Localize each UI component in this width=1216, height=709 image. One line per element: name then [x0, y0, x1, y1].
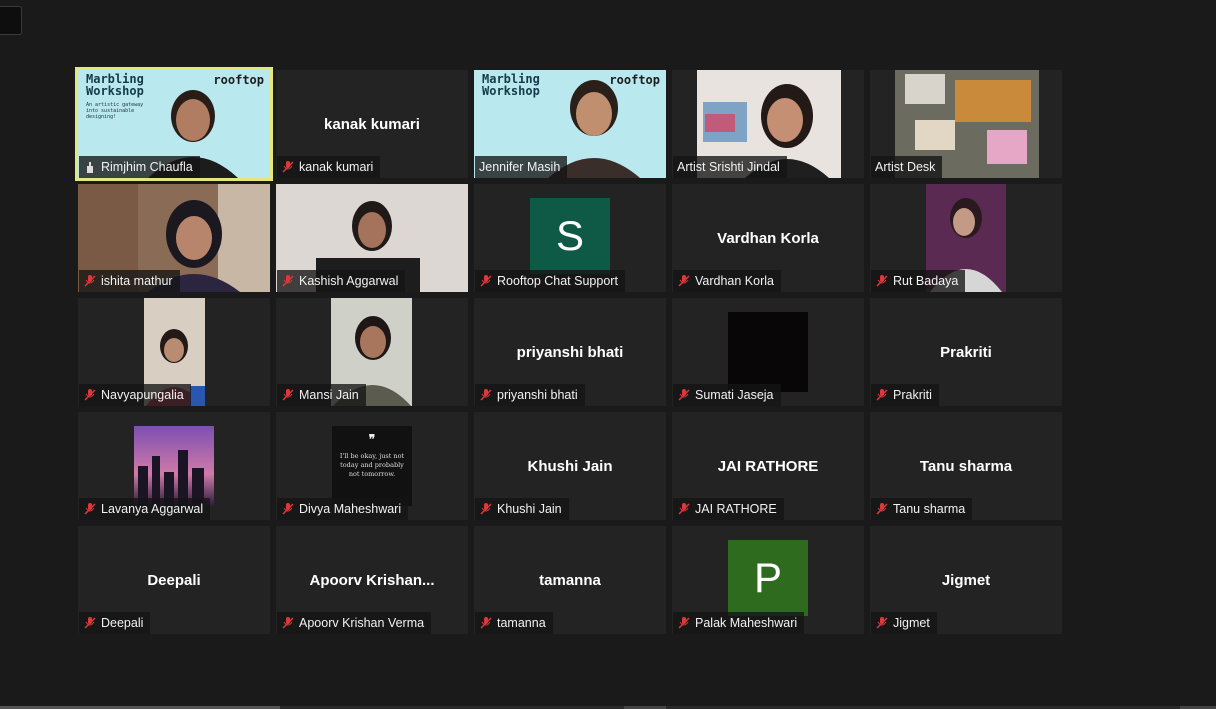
participant-name-chip: Rooftop Chat Support	[475, 270, 625, 292]
participant-name-chip: Navyapungalia	[79, 384, 191, 406]
mic-muted-icon	[479, 616, 493, 630]
participant-tile[interactable]: Deepali Deepali	[78, 526, 270, 634]
mic-muted-icon	[83, 274, 97, 288]
participant-tile[interactable]: Kashish Aggarwal	[276, 184, 468, 292]
quote-text: I'll be okay, just not today and probabl…	[339, 452, 405, 478]
participant-tile[interactable]: kanak kumari kanak kumari	[276, 70, 468, 178]
participant-tile[interactable]: JAI RATHORE JAI RATHORE	[672, 412, 864, 520]
participant-tile[interactable]: Jigmet Jigmet	[870, 526, 1062, 634]
mic-muted-icon	[875, 616, 889, 630]
participant-tile[interactable]: Prakriti Prakriti	[870, 298, 1062, 406]
participant-name-chip: kanak kumari	[277, 156, 381, 178]
mic-muted-icon	[281, 616, 295, 630]
mic-muted-icon	[677, 616, 691, 630]
participant-tile[interactable]: Marbling Workshop rooftop Jennifer Masih	[474, 70, 666, 178]
slide-title: Marbling Workshop	[482, 72, 540, 98]
mic-muted-icon	[479, 502, 493, 516]
participant-name-chip: Jennifer Masih	[475, 156, 568, 178]
quote-icon: ❞	[368, 432, 376, 446]
participant-tile[interactable]: ❞ I'll be okay, just not today and proba…	[276, 412, 468, 520]
participant-name-chip: Khushi Jain	[475, 498, 569, 520]
participant-name-chip: JAI RATHORE	[673, 498, 784, 520]
mic-muted-icon	[281, 502, 295, 516]
mic-muted-icon	[677, 502, 691, 516]
participant-avatar: P	[728, 540, 808, 616]
participant-grid: Marbling Workshop rooftop An artistic gat…	[75, 67, 1064, 634]
participant-name-chip: Tanu sharma	[871, 498, 973, 520]
participant-tile[interactable]: Marbling Workshop rooftop An artistic gat…	[75, 67, 273, 181]
mic-muted-icon	[875, 388, 889, 402]
participant-name-chip: Kashish Aggarwal	[277, 270, 406, 292]
mic-muted-icon	[875, 274, 889, 288]
participant-name-chip: Divya Maheshwari	[277, 498, 409, 520]
participant-tile[interactable]: Tanu sharma Tanu sharma	[870, 412, 1062, 520]
participant-name-chip: tamanna	[475, 612, 553, 634]
participant-name-chip: Rimjhim Chaufla	[79, 156, 200, 178]
participant-video	[728, 312, 808, 392]
mic-muted-icon	[281, 388, 295, 402]
mic-muted-icon	[479, 274, 493, 288]
mic-muted-icon	[83, 388, 97, 402]
participant-tile[interactable]: Mansi Jain	[276, 298, 468, 406]
participant-tile[interactable]: Apoorv Krishan... Apoorv Krishan Verma	[276, 526, 468, 634]
participant-tile[interactable]: P Palak Maheshwari	[672, 526, 864, 634]
participant-avatar: S	[530, 198, 610, 274]
city-skyline-image	[138, 450, 204, 506]
hand-raise-icon	[83, 160, 97, 174]
participant-tile[interactable]: Sumati Jaseja	[672, 298, 864, 406]
participant-tile[interactable]: Vardhan Korla Vardhan Korla	[672, 184, 864, 292]
participant-video: ❞ I'll be okay, just not today and proba…	[332, 426, 412, 506]
mic-muted-icon	[875, 502, 889, 516]
participant-tile[interactable]: Navyapungalia	[78, 298, 270, 406]
participant-tile[interactable]: Artist Srishti Jindal	[672, 70, 864, 178]
participant-tile[interactable]: Artist Desk	[870, 70, 1062, 178]
mic-muted-icon	[281, 274, 295, 288]
participant-tile[interactable]: Rut Badaya	[870, 184, 1062, 292]
participant-name-chip: Prakriti	[871, 384, 939, 406]
participant-tile[interactable]: tamanna tamanna	[474, 526, 666, 634]
participant-name-chip: Jigmet	[871, 612, 937, 634]
mic-muted-icon	[281, 160, 295, 174]
participant-tile[interactable]: priyanshi bhati priyanshi bhati	[474, 298, 666, 406]
participant-tile[interactable]: Khushi Jain Khushi Jain	[474, 412, 666, 520]
mic-muted-icon	[677, 274, 691, 288]
participant-name-chip: Artist Desk	[871, 156, 943, 178]
window-control-button[interactable]	[0, 6, 22, 35]
participant-name-chip: Palak Maheshwari	[673, 612, 805, 634]
participant-tile[interactable]: S Rooftop Chat Support	[474, 184, 666, 292]
participant-name-chip: Apoorv Krishan Verma	[277, 612, 432, 634]
participant-name-chip: ishita mathur	[79, 270, 180, 292]
participant-tile[interactable]: Lavanya Aggarwal	[78, 412, 270, 520]
participant-name-chip: Artist Srishti Jindal	[673, 156, 787, 178]
slide-title: Marbling Workshop	[86, 72, 144, 98]
mic-muted-icon	[677, 388, 691, 402]
mic-muted-icon	[83, 616, 97, 630]
participant-name-chip: Rut Badaya	[871, 270, 966, 292]
participant-name-chip: Sumati Jaseja	[673, 384, 781, 406]
mic-muted-icon	[479, 388, 493, 402]
participant-name-chip: Deepali	[79, 612, 151, 634]
mic-muted-icon	[83, 502, 97, 516]
participant-name-chip: Mansi Jain	[277, 384, 366, 406]
participant-video	[134, 426, 214, 506]
participant-name-chip: Vardhan Korla	[673, 270, 781, 292]
participant-name-chip: priyanshi bhati	[475, 384, 585, 406]
participant-name-chip: Lavanya Aggarwal	[79, 498, 211, 520]
participant-tile[interactable]: ishita mathur	[78, 184, 270, 292]
